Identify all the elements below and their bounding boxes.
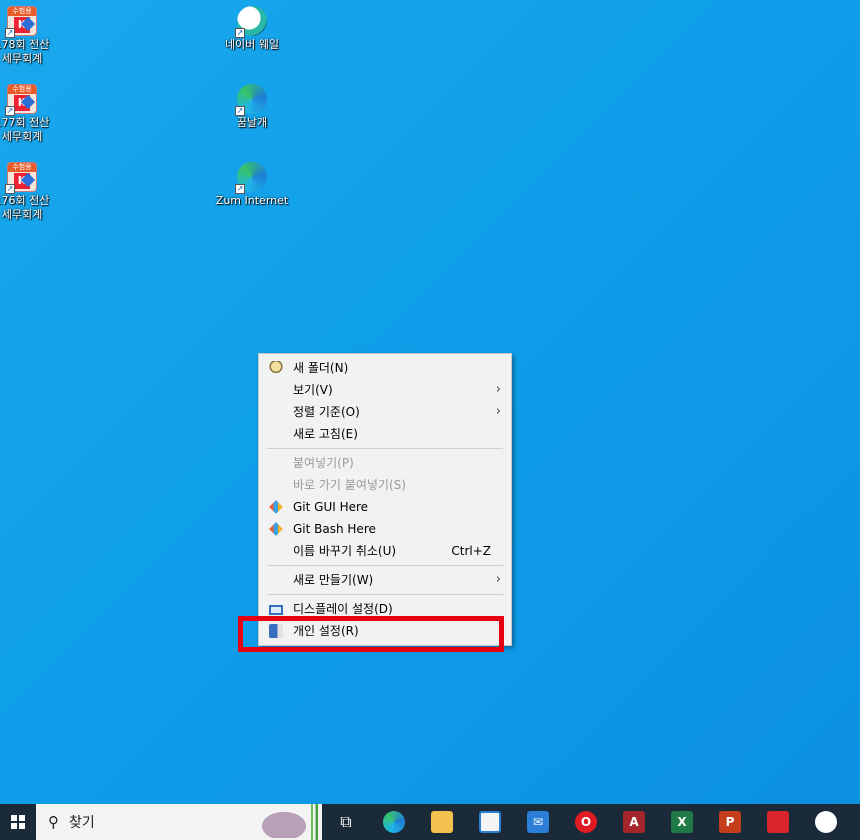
desktop-icon-177[interactable]: 수험용K ↗ 177회 전산 세무회계	[0, 84, 62, 144]
desktop-icon-label: 176회 전산	[0, 194, 50, 207]
desktop-icon-label: 네이버 웨일	[224, 38, 280, 51]
git-icon	[269, 500, 283, 514]
desktop-icon-label: 세무회계	[1, 130, 43, 143]
display-icon	[269, 605, 283, 615]
menu-item-personalize[interactable]: 개인 설정(R)	[259, 620, 511, 642]
menu-separator	[267, 594, 503, 595]
desktop-icon-kkumnalgae[interactable]: ↗ 꿈날개	[212, 84, 292, 130]
taskbar-search-box[interactable]: ⚲ 찾기	[36, 804, 322, 840]
task-view-icon[interactable]: ⧉	[322, 804, 370, 840]
desktop-icon-label: Zum Internet	[215, 194, 289, 207]
store-icon[interactable]	[466, 804, 514, 840]
edge-icon: ↗	[235, 84, 267, 116]
menu-item-new[interactable]: 새로 만들기(W) ›	[259, 569, 511, 591]
edge-icon: ↗	[235, 162, 267, 194]
menu-item-refresh[interactable]: 새로 고침(E)	[259, 423, 511, 445]
menu-item-sort-by[interactable]: 정렬 기준(O) ›	[259, 401, 511, 423]
menu-separator	[267, 448, 503, 449]
git-icon	[269, 522, 283, 536]
menu-item-view[interactable]: 보기(V) ›	[259, 379, 511, 401]
search-placeholder: 찾기	[69, 815, 95, 831]
paint-icon[interactable]	[802, 804, 850, 840]
kcl-app-icon: 수험용K ↗	[5, 6, 37, 38]
chevron-right-icon: ›	[495, 382, 501, 397]
menu-item-undo-rename[interactable]: 이름 바꾸기 취소(U) Ctrl+Z	[259, 540, 511, 562]
shortcut-arrow-icon: ↗	[5, 184, 15, 194]
desktop-icon-zum-internet[interactable]: ↗ Zum Internet	[212, 162, 292, 208]
desktop[interactable]: 수험용K ↗ 178회 전산 세무회계 수험용K ↗ 177회 전산 세무회계 …	[0, 0, 860, 804]
shortcut-arrow-icon: ↗	[235, 28, 245, 38]
whale-icon: ↗	[235, 6, 267, 38]
shortcut-arrow-icon: ↗	[5, 28, 15, 38]
menu-item-paste-shortcut: 바로 가기 붙여넣기(S)	[293, 478, 406, 492]
desktop-icon-178[interactable]: 수험용K ↗ 178회 전산 세무회계	[0, 6, 62, 66]
shortcut-arrow-icon: ↗	[5, 106, 15, 116]
powerpoint-icon[interactable]: P	[706, 804, 754, 840]
desktop-icon-label: 세무회계	[1, 208, 43, 221]
menu-item-git-bash[interactable]: Git Bash Here	[259, 518, 511, 540]
excel-icon[interactable]: X	[658, 804, 706, 840]
chevron-right-icon: ›	[495, 404, 501, 419]
desktop-icon-176[interactable]: 수험용K ↗ 176회 전산 세무회계	[0, 162, 62, 222]
desktop-icon-label: 세무회계	[1, 52, 43, 65]
desktop-context-menu: 새 폴더(N) 보기(V) › 정렬 기준(O) › 새로 고침(E) 붙여넣기…	[258, 353, 512, 646]
opera-icon[interactable]: O	[562, 804, 610, 840]
search-icon: ⚲	[48, 813, 59, 831]
app-icon[interactable]	[754, 804, 802, 840]
mail-icon[interactable]: ✉	[514, 804, 562, 840]
shortcut-arrow-icon: ↗	[235, 184, 245, 194]
kcl-app-icon: 수험용K ↗	[5, 162, 37, 194]
start-button[interactable]	[0, 804, 36, 840]
access-icon[interactable]: A	[610, 804, 658, 840]
shortcut-arrow-icon: ↗	[235, 106, 245, 116]
menu-item-git-gui[interactable]: Git GUI Here	[259, 496, 511, 518]
taskbar: ⚲ 찾기 ⧉ ✉ O A X P	[0, 804, 860, 840]
shortcut-label: Ctrl+Z	[451, 544, 491, 558]
desktop-icon-label: 178회 전산	[0, 38, 50, 51]
menu-item-paste: 붙여넣기(P)	[293, 456, 354, 470]
windows-logo-icon	[11, 815, 25, 829]
desktop-icon-label: 꿈날개	[236, 116, 268, 129]
desktop-icon-naver-whale[interactable]: ↗ 네이버 웨일	[212, 6, 292, 52]
chevron-right-icon: ›	[495, 572, 501, 587]
menu-separator	[267, 565, 503, 566]
menu-item-display-settings[interactable]: 디스플레이 설정(D)	[259, 598, 511, 620]
kcl-app-icon: 수험용K ↗	[5, 84, 37, 116]
hippo-illustration	[256, 808, 312, 838]
desktop-icon-label: 177회 전산	[0, 116, 50, 129]
personalize-icon	[269, 624, 283, 638]
file-explorer-icon[interactable]	[418, 804, 466, 840]
edge-taskbar-icon[interactable]	[370, 804, 418, 840]
folder-icon	[269, 361, 283, 375]
menu-item-new-folder[interactable]: 새 폴더(N)	[259, 357, 511, 379]
grass-illustration	[308, 804, 322, 840]
